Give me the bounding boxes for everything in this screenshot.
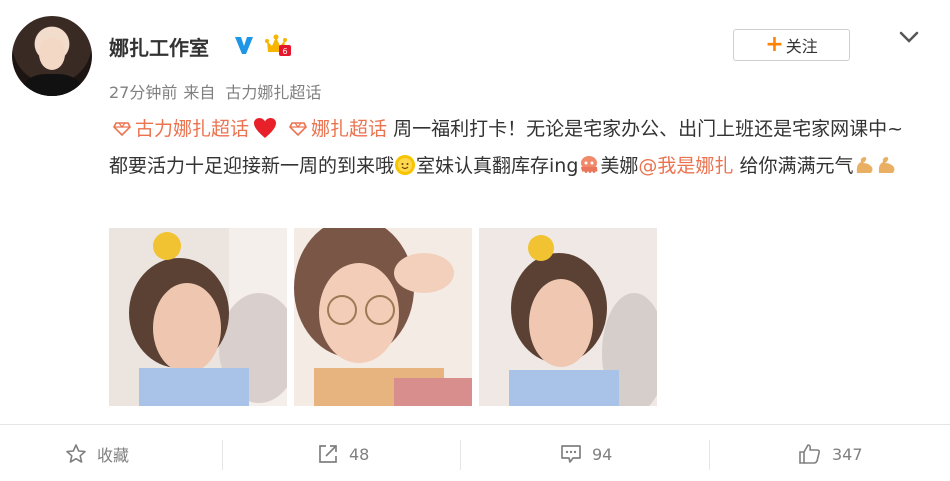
super-topic-link-2[interactable]: 娜扎超话 xyxy=(285,118,387,140)
comment-icon xyxy=(561,445,581,463)
like-button[interactable]: 347 xyxy=(798,440,863,468)
super-topic-icon xyxy=(113,122,131,136)
photo-3-illustration xyxy=(479,228,657,406)
member-crown-icon: 6 xyxy=(265,34,291,56)
author-avatar[interactable] xyxy=(12,16,92,96)
super-topic-label: 古力娜扎超话 xyxy=(135,118,250,140)
sun-emoji-icon xyxy=(395,155,416,175)
share-icon xyxy=(319,445,337,463)
comment-button[interactable]: 94 xyxy=(560,440,612,468)
post-source[interactable]: 古力娜扎超话 xyxy=(225,83,321,102)
comment-count: 94 xyxy=(592,444,613,464)
post-text-4: 给你满满元气 xyxy=(739,155,854,177)
photo-2-illustration xyxy=(294,228,472,406)
post-photo-2[interactable] xyxy=(294,228,472,406)
flexed-biceps-icon xyxy=(856,157,872,173)
post-meta: 27分钟前 来自 古力娜扎超话 xyxy=(109,79,321,103)
octopus-emoji-icon xyxy=(581,156,598,173)
chevron-down-icon[interactable] xyxy=(898,28,920,46)
favorite-button[interactable]: 收藏 xyxy=(65,440,129,468)
super-topic-icon xyxy=(289,122,307,136)
verified-badge-icon xyxy=(235,37,253,54)
post-text-2: 室妹认真翻库存ing xyxy=(416,155,579,177)
like-count: 347 xyxy=(832,444,863,464)
post-content: 古力娜扎超话 娜扎超话 周一福利打卡！无论是宅家办公、出门上班还是宅家网课中~都要… xyxy=(109,111,919,185)
super-topic-label-2: 娜扎超话 xyxy=(311,118,388,140)
plus-icon: + xyxy=(765,32,784,57)
favorite-label: 收藏 xyxy=(97,446,130,465)
super-topic-link[interactable]: 古力娜扎超话 xyxy=(109,118,249,140)
action-separator xyxy=(222,440,223,470)
repost-count: 48 xyxy=(349,444,370,464)
post-text-3: 美娜 xyxy=(600,155,639,177)
post-photo-1[interactable] xyxy=(109,228,287,406)
follow-label: 关注 xyxy=(785,37,818,56)
from-label: 来自 xyxy=(183,83,216,102)
avatar-body xyxy=(22,74,82,96)
heart-icon xyxy=(254,118,277,138)
flexed-biceps-icon xyxy=(878,157,894,173)
follow-button[interactable]: + 关注 xyxy=(733,29,850,61)
action-separator xyxy=(460,440,461,470)
star-icon xyxy=(66,444,86,463)
repost-button[interactable]: 48 xyxy=(317,440,369,468)
photo-1-illustration xyxy=(109,228,287,406)
footer-divider xyxy=(0,424,950,425)
mention-link[interactable]: @我是娜扎 xyxy=(638,155,733,177)
author-name[interactable]: 娜扎工作室 xyxy=(109,32,209,61)
post-photo-3[interactable] xyxy=(479,228,657,406)
post-time[interactable]: 27分钟前 xyxy=(109,83,177,102)
thumbs-up-icon xyxy=(799,444,821,464)
avatar-face xyxy=(39,38,65,70)
action-separator xyxy=(709,440,710,470)
svg-text:6: 6 xyxy=(282,47,287,56)
